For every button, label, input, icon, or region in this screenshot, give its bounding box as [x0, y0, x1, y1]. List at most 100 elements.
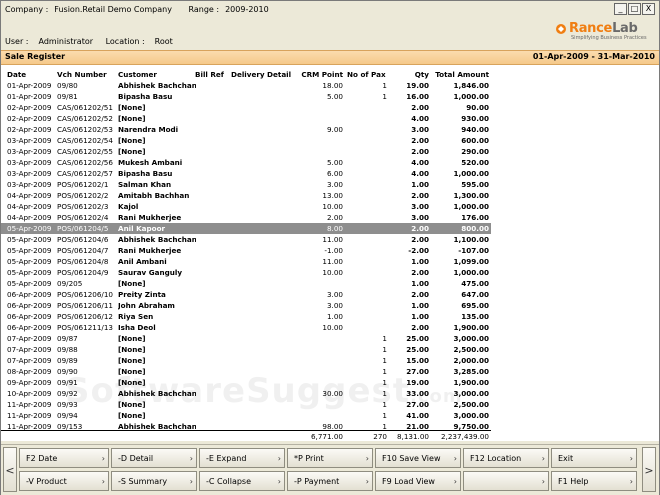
company-name: Fusion.Retail Demo Company	[54, 5, 172, 14]
table-row[interactable]: 01-Apr-2009 09/80 Abhishek Bachchan 18.00 1 1…	[1, 80, 491, 91]
table-row[interactable]: 03-Apr-2009 CAS/061202/56 Mukesh Ambani 5.0…	[1, 157, 491, 168]
col-qty-header[interactable]: Qty	[387, 69, 429, 80]
table-row[interactable]: 01-Apr-2009 09/81 Bipasha Basu 5.00 1 16.00 1,…	[1, 91, 491, 102]
col-total-amount-cell: 135.00	[461, 312, 489, 321]
col-customer-cell: John Abraham	[118, 301, 175, 310]
col-total-amount-cell: 695.00	[461, 301, 489, 310]
col-qty-cell: 2.00	[411, 103, 429, 112]
col-total-amount-header[interactable]: Total Amount	[429, 69, 489, 80]
col-total-amount-cell: 2,500.00	[453, 345, 489, 354]
table-row[interactable]: 05-Apr-2009 POS/061204/5 Anil Kapoor 8.00 2.…	[1, 223, 491, 234]
function-key-bar: < > F2 Date › -D Detail › -E Expand › *P Print…	[1, 444, 659, 495]
chevron-right-icon: ›	[365, 477, 369, 486]
col-vch-number-cell: POS/061206/10	[57, 290, 113, 299]
col-qty-cell: 1.00	[411, 279, 429, 288]
col-qty-cell: 2.00	[411, 268, 429, 277]
p-payment-button[interactable]: -P Payment ›	[287, 471, 373, 491]
scroll-left-button[interactable]: <	[3, 447, 17, 492]
table-row[interactable]: 07-Apr-2009 09/87 [None] 1 25.00 3,000.00	[1, 333, 491, 344]
col-date-cell: 05-Apr-2009	[7, 257, 52, 266]
table-row[interactable]: 03-Apr-2009 CAS/061202/57 Bipasha Basu 6.00…	[1, 168, 491, 179]
col-qty-cell: 25.00	[406, 345, 429, 354]
col-customer-cell: [None]	[118, 103, 146, 112]
scroll-right-button[interactable]: >	[642, 447, 656, 492]
minimize-button[interactable]: _	[614, 3, 627, 15]
col-customer-cell: [None]	[118, 411, 146, 420]
col-bill-ref-header[interactable]: Bill Ref	[195, 69, 233, 80]
f9-load-view-button[interactable]: F9 Load View ›	[375, 471, 461, 491]
col-delivery-detail-header[interactable]: Delivery Detail	[231, 69, 295, 80]
v-product-button[interactable]: -V Product ›	[19, 471, 109, 491]
table-row[interactable]: 06-Apr-2009 POS/061206/11 John Abraham 3.00…	[1, 300, 491, 311]
col-customer-cell: [None]	[118, 136, 146, 145]
sale-register-table[interactable]: Date Vch Number Customer Bill Ref Delivery D…	[1, 65, 659, 441]
chevron-right-icon: ›	[541, 454, 545, 463]
col-crm-point-cell: 11.00	[322, 257, 343, 266]
col-customer-cell: Anil Ambani	[118, 257, 167, 266]
table-row[interactable]: 04-Apr-2009 POS/061202/3 Kajol 10.00 3.00 1,0…	[1, 201, 491, 212]
f1-help-button[interactable]: F1 Help ›	[551, 471, 637, 491]
s-summary-button[interactable]: -S Summary ›	[111, 471, 197, 491]
f2-date-button[interactable]: F2 Date ›	[19, 448, 109, 468]
table-row[interactable]: 06-Apr-2009 POS/061211/13 Isha Deol 10.00 2.…	[1, 322, 491, 333]
col-customer-cell: Bipasha Basu	[118, 92, 173, 101]
table-row[interactable]: 04-Apr-2009 POS/061202/2 Amitabh Bachhan 13…	[1, 190, 491, 201]
table-row[interactable]: 04-Apr-2009 POS/061202/4 Rani Mukherjee 2.0…	[1, 212, 491, 223]
table-row[interactable]: 02-Apr-2009 CAS/061202/53 Narendra Modi 9.0…	[1, 124, 491, 135]
c-collapse-button[interactable]: -C Collapse ›	[199, 471, 285, 491]
f12-location-button[interactable]: F12 Location ›	[463, 448, 549, 468]
table-row[interactable]: 05-Apr-2009 POS/061204/7 Rani Mukherjee -1.…	[1, 245, 491, 256]
table-row[interactable]: 07-Apr-2009 09/89 [None] 1 15.00 2,000.00	[1, 355, 491, 366]
col-date-cell: 07-Apr-2009	[7, 345, 52, 354]
col-qty-cell: 3.00	[411, 213, 429, 222]
col-date-header[interactable]: Date	[7, 69, 57, 80]
col-date-cell: 11-Apr-2009	[7, 400, 52, 409]
col-date-cell: 08-Apr-2009	[7, 367, 52, 376]
table-row[interactable]: 06-Apr-2009 POS/061206/12 Riya Sen 1.00 1.00…	[1, 311, 491, 322]
user-info: User : Administrator Location : Root	[5, 37, 183, 46]
col-customer-header[interactable]: Customer	[118, 69, 196, 80]
restore-button[interactable]: □	[628, 3, 641, 15]
range-label: Range :	[188, 5, 220, 14]
report-title-bar: Sale Register 01-Apr-2009 - 31-Mar-2010	[1, 50, 659, 65]
table-row[interactable]: 02-Apr-2009 CAS/061202/52 [None] 4.00 930.00	[1, 113, 491, 124]
table-row[interactable]: 03-Apr-2009 CAS/061202/55 [None] 2.00 290.00	[1, 146, 491, 157]
blank-button[interactable]: ›	[463, 471, 549, 491]
table-row[interactable]: 05-Apr-2009 POS/061204/6 Abhishek Bachchan…	[1, 234, 491, 245]
table-row[interactable]: 06-Apr-2009 POS/061206/10 Preity Zinta 3.00…	[1, 289, 491, 300]
d-detail-button[interactable]: -D Detail ›	[111, 448, 197, 468]
col-no-of-pax-header[interactable]: No of Pax	[347, 69, 391, 80]
col-vch-number-cell: 09/88	[57, 345, 78, 354]
col-crm-point-header[interactable]: CRM Point	[291, 69, 343, 80]
table-row[interactable]: 02-Apr-2009 CAS/061202/51 [None] 2.00 90.00	[1, 102, 491, 113]
col-crm-point-cell: 8.00	[326, 224, 343, 233]
exit-button[interactable]: Exit ›	[551, 448, 637, 468]
col-total-amount-cell: 1,100.00	[453, 235, 489, 244]
f10-save-view-button[interactable]: F10 Save View ›	[375, 448, 461, 468]
col-customer-cell: [None]	[118, 334, 146, 343]
table-row[interactable]: 11-Apr-2009 09/94 [None] 1 41.00 3,000.00	[1, 410, 491, 421]
watermark-suffix: .com	[410, 386, 463, 407]
chevron-right-icon: ›	[101, 477, 105, 486]
col-date-cell: 03-Apr-2009	[7, 180, 52, 189]
col-total-amount-cell: 3,000.00	[453, 334, 489, 343]
chevron-right-icon: ›	[629, 454, 633, 463]
table-row[interactable]: 05-Apr-2009 09/205 [None] 1.00 475.00	[1, 278, 491, 289]
col-total-amount-cell: 1,300.00	[453, 191, 489, 200]
col-qty-cell: 41.00	[406, 411, 429, 420]
col-customer-cell: Rani Mukherjee	[118, 213, 182, 222]
col-vch-number-header[interactable]: Vch Number	[57, 69, 119, 80]
col-crm-point-cell: 9.00	[326, 125, 343, 134]
table-row[interactable]: 07-Apr-2009 09/88 [None] 1 25.00 2,500.00	[1, 344, 491, 355]
col-vch-number-cell: POS/061204/6	[57, 235, 109, 244]
col-vch-number-cell: 09/81	[57, 92, 78, 101]
table-row[interactable]: 03-Apr-2009 CAS/061202/54 [None] 2.00 600.00	[1, 135, 491, 146]
table-row[interactable]: 05-Apr-2009 POS/061204/8 Anil Ambani 11.00 1…	[1, 256, 491, 267]
p-print-button[interactable]: *P Print ›	[287, 448, 373, 468]
table-row[interactable]: 03-Apr-2009 POS/061202/1 Salman Khan 3.00 1.…	[1, 179, 491, 190]
chevron-right-icon: ›	[277, 477, 281, 486]
e-expand-button[interactable]: -E Expand ›	[199, 448, 285, 468]
table-row[interactable]: 05-Apr-2009 POS/061204/9 Saurav Ganguly 10.…	[1, 267, 491, 278]
close-button[interactable]: X	[642, 3, 655, 15]
col-crm-point-cell: 3.00	[326, 301, 343, 310]
